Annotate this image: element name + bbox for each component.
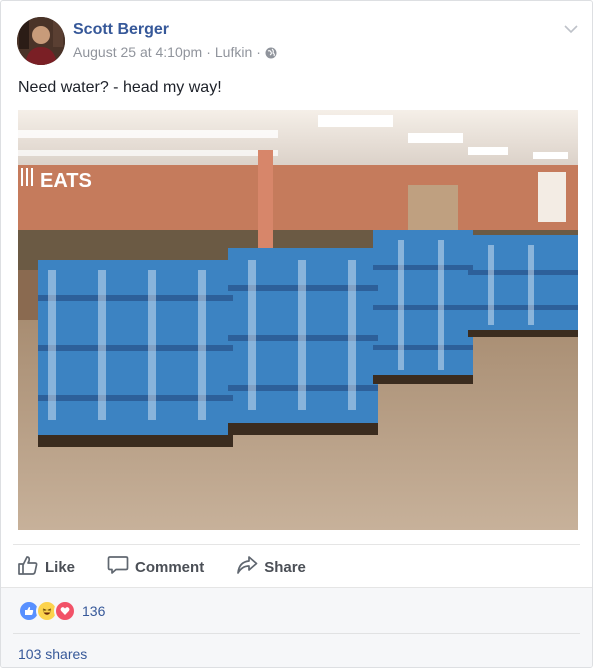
comment-label: Comment bbox=[135, 558, 205, 576]
reaction-summary[interactable]: 136 bbox=[18, 600, 105, 622]
utensils-icon bbox=[21, 168, 33, 186]
like-label: Like bbox=[45, 558, 76, 576]
post-card: Scott Berger August 25 at 4:10pm · Lufki… bbox=[0, 0, 593, 668]
meta-separator: · bbox=[206, 44, 211, 60]
store-sign-text: EATS bbox=[40, 170, 92, 192]
like-button[interactable]: Like bbox=[17, 555, 75, 579]
share-label: Share bbox=[264, 558, 306, 576]
post-date[interactable]: August 25 at 4:10pm bbox=[73, 44, 202, 60]
post-meta: August 25 at 4:10pm · Lufkin · bbox=[73, 44, 277, 60]
globe-icon[interactable] bbox=[265, 46, 277, 59]
post-footer: 136 103 shares bbox=[1, 587, 592, 667]
share-arrow-icon bbox=[236, 555, 258, 579]
share-button[interactable]: Share bbox=[236, 555, 306, 579]
post-text: Need water? - head my way! bbox=[18, 79, 222, 96]
post-location[interactable]: Lufkin bbox=[215, 44, 252, 60]
love-reaction-icon bbox=[54, 600, 76, 622]
reaction-count[interactable]: 136 bbox=[82, 603, 105, 619]
author-name[interactable]: Scott Berger bbox=[73, 21, 169, 39]
comment-icon bbox=[107, 555, 129, 579]
avatar[interactable] bbox=[17, 17, 65, 65]
action-bar: Like Comment Share bbox=[13, 544, 580, 589]
post-header: Scott Berger August 25 at 4:10pm · Lufki… bbox=[17, 17, 580, 67]
meta-separator-2: · bbox=[256, 44, 261, 60]
comment-button[interactable]: Comment bbox=[107, 555, 204, 579]
thumbs-up-icon bbox=[17, 555, 39, 579]
shares-row: 103 shares bbox=[13, 633, 580, 662]
chevron-down-icon[interactable] bbox=[564, 21, 578, 34]
shares-count[interactable]: 103 shares bbox=[18, 646, 87, 662]
post-photo[interactable]: EATS bbox=[18, 110, 578, 530]
